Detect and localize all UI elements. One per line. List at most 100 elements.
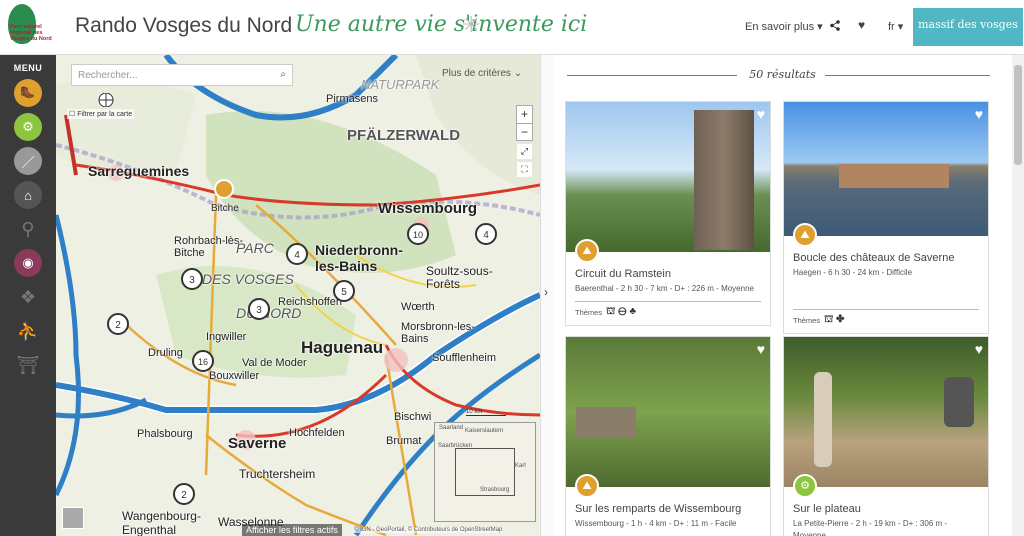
bike-icon: ⚙ <box>793 474 817 498</box>
map-panel[interactable]: NATURPARK PFÄLZERWALD Pirmasens Sarregue… <box>56 55 540 536</box>
card-meta: Wissembourg - 1 h - 4 km - D+ : 11 m - F… <box>575 519 737 528</box>
house-icon[interactable]: ⌂ <box>14 181 42 209</box>
map-label-pirmasens: Pirmasens <box>326 93 378 105</box>
map-label-naturpark: NATURPARK <box>361 77 440 92</box>
card-themes: Thèmes ⛫ ⊖ ♣ <box>575 306 761 319</box>
results-panel: 50 résultats ♥ ⛰ Circuit du Ramstein Bae… <box>555 55 1010 536</box>
map-label-val-de-moder: Val de Moder <box>242 357 307 369</box>
map-attribution: © IGN - GeoPortail, © Contributeurs de O… <box>354 527 503 533</box>
scroll-arrows-icon[interactable] <box>96 93 116 107</box>
svg-text:16: 16 <box>198 357 208 367</box>
rampart-image <box>576 407 636 437</box>
map-label-brumath: Brumat <box>386 435 422 447</box>
result-card[interactable]: ♥ ⛰ Boucle des châteaux de Saverne Haege… <box>783 101 989 334</box>
themes-icons: ⛫ ⊖ ♣ <box>606 306 637 317</box>
card-photo: ♥ <box>566 102 770 252</box>
svg-text:2: 2 <box>181 490 187 501</box>
hiking-icon: ⛰ <box>575 239 599 263</box>
map-label-wangenbourg: Wangenbourg-Engenthal <box>122 509 201 536</box>
massif-des-vosges-logo[interactable]: massif des vosges <box>913 8 1023 46</box>
search-placeholder: Rechercher... <box>78 70 138 81</box>
divider <box>793 309 979 310</box>
share-icon[interactable] <box>830 20 840 34</box>
learn-more-menu[interactable]: En savoir plus ▾ <box>745 20 823 33</box>
park-logo[interactable]: Parc naturel régional des Vosges du Nord <box>4 2 54 52</box>
minimap-viewport[interactable] <box>455 448 515 496</box>
filter-by-map-label: Filtrer par la carte <box>77 111 133 118</box>
map-label-bitche: Bitche <box>211 203 239 214</box>
themes-icons: ⛫ ✤ <box>824 314 845 325</box>
sidebar-menu: MENU 🥾 ⚙ ／ ⌂ ⚲ ◉ ❖ ⛹ ⛩ <box>0 55 56 536</box>
map-label-saverne: Saverne <box>228 435 287 452</box>
hiking-icon[interactable]: 🥾 <box>14 79 42 107</box>
monument-icon[interactable]: ⛩ <box>14 351 42 379</box>
fullscreen-icon[interactable]: ⤢ <box>517 144 532 159</box>
map-label-soultz: Soultz-sous-Forêts <box>426 264 493 291</box>
favorites-heart-icon[interactable]: ♥ <box>858 18 865 32</box>
expand-icon[interactable]: ⛶ <box>517 162 532 177</box>
hiking-icon: ⛰ <box>575 474 599 498</box>
svg-text:4: 4 <box>294 250 300 261</box>
scale-bar: 10 km <box>466 409 506 416</box>
map-label-truchtersheim: Truchtersheim <box>239 467 316 481</box>
more-criteria-button[interactable]: Plus de critères ⌄ <box>442 68 522 79</box>
bike-icon[interactable]: ⚙ <box>14 113 42 141</box>
collapse-map-toggle[interactable]: › <box>540 55 554 536</box>
search-icon[interactable]: ⌕ <box>280 69 286 80</box>
eye-icon[interactable]: ◉ <box>14 249 42 277</box>
map-label-des-vosges: DES VOSGES <box>202 271 294 287</box>
map-label-woerth: Wœrth <box>401 301 435 313</box>
map-label-phalsbourg: Phalsbourg <box>137 428 193 440</box>
filter-by-map-checkbox[interactable]: ☐ Filtrer par la carte <box>67 109 135 119</box>
map-label-morsbronn: Morsbronn-les-Bains <box>401 321 475 345</box>
location-pin-icon[interactable]: ⚲ <box>14 215 42 243</box>
card-meta: Haegen - 6 h 30 - 24 km - Difficile <box>793 268 913 277</box>
map-label-pfalzerwald: PFÄLZERWALD <box>347 127 461 144</box>
page-scrollbar[interactable] <box>1012 55 1024 536</box>
hiker-image <box>814 372 832 467</box>
layers-icon[interactable] <box>62 507 84 529</box>
hiking-marker-icon[interactable] <box>214 179 234 199</box>
minimap[interactable]: Saarland Kaiserslautern Saarbrücken Karl… <box>434 422 536 522</box>
culture-icon[interactable]: ❖ <box>14 283 42 311</box>
site-header: Parc naturel régional des Vosges du Nord… <box>0 0 1024 55</box>
favorite-heart-icon[interactable]: ♥ <box>975 341 983 357</box>
divider <box>825 75 990 76</box>
tower-ruin-image <box>694 110 754 250</box>
card-title[interactable]: Boucle des châteaux de Saverne <box>793 252 979 264</box>
card-photo: ♥ <box>784 337 988 487</box>
zoom-out-button[interactable]: − <box>517 123 532 140</box>
map-label-druling: Druling <box>148 347 183 359</box>
map-label-soufflenheim: Soufflenheim <box>432 352 497 364</box>
castle-image <box>839 164 949 188</box>
map-label-parc: PARC <box>236 240 274 256</box>
result-card[interactable]: ♥ ⚙ Sur le plateau La Petite-Pierre - 2 … <box>783 336 989 536</box>
tagline: Une autre vie s'invente ici <box>295 12 588 37</box>
favorite-heart-icon[interactable]: ♥ <box>757 106 765 122</box>
site-title[interactable]: Rando Vosges du Nord <box>75 14 292 38</box>
result-card[interactable]: ♥ ⛰ Sur les remparts de Wissembourg Wiss… <box>565 336 771 536</box>
card-title[interactable]: Sur le plateau <box>793 503 979 515</box>
map-label-ingwiller: Ingwiller <box>206 331 247 343</box>
favorite-heart-icon[interactable]: ♥ <box>757 341 765 357</box>
ski-icon[interactable]: ／ <box>14 147 42 175</box>
favorite-heart-icon[interactable]: ♥ <box>975 106 983 122</box>
card-title[interactable]: Sur les remparts de Wissembourg <box>575 503 761 515</box>
menu-label[interactable]: MENU <box>0 63 56 73</box>
show-active-filters-button[interactable]: Afficher les filtres actifs <box>242 524 342 536</box>
search-input[interactable]: Rechercher... ⌕ <box>71 64 293 86</box>
language-selector[interactable]: fr ▾ <box>888 20 903 33</box>
zoom-in-button[interactable]: + <box>517 106 532 123</box>
snowflake-icon: ✳ <box>462 12 481 37</box>
scrollbar-thumb[interactable] <box>1014 65 1022 165</box>
themes-label: Thèmes <box>793 316 821 325</box>
card-title[interactable]: Circuit du Ramstein <box>575 268 761 280</box>
card-themes: Thèmes ⛫ ✤ <box>793 314 979 327</box>
map-label-bischwiller: Bischwi <box>394 411 432 423</box>
climbing-icon[interactable]: ⛹ <box>14 317 42 345</box>
svg-text:10: 10 <box>413 230 423 240</box>
result-card[interactable]: ♥ ⛰ Circuit du Ramstein Baerenthal - 2 h… <box>565 101 771 326</box>
svg-text:3: 3 <box>189 275 195 286</box>
more-criteria-label: Plus de critères <box>442 68 511 79</box>
minimap-label-karlsruhe: Karl <box>515 463 526 469</box>
